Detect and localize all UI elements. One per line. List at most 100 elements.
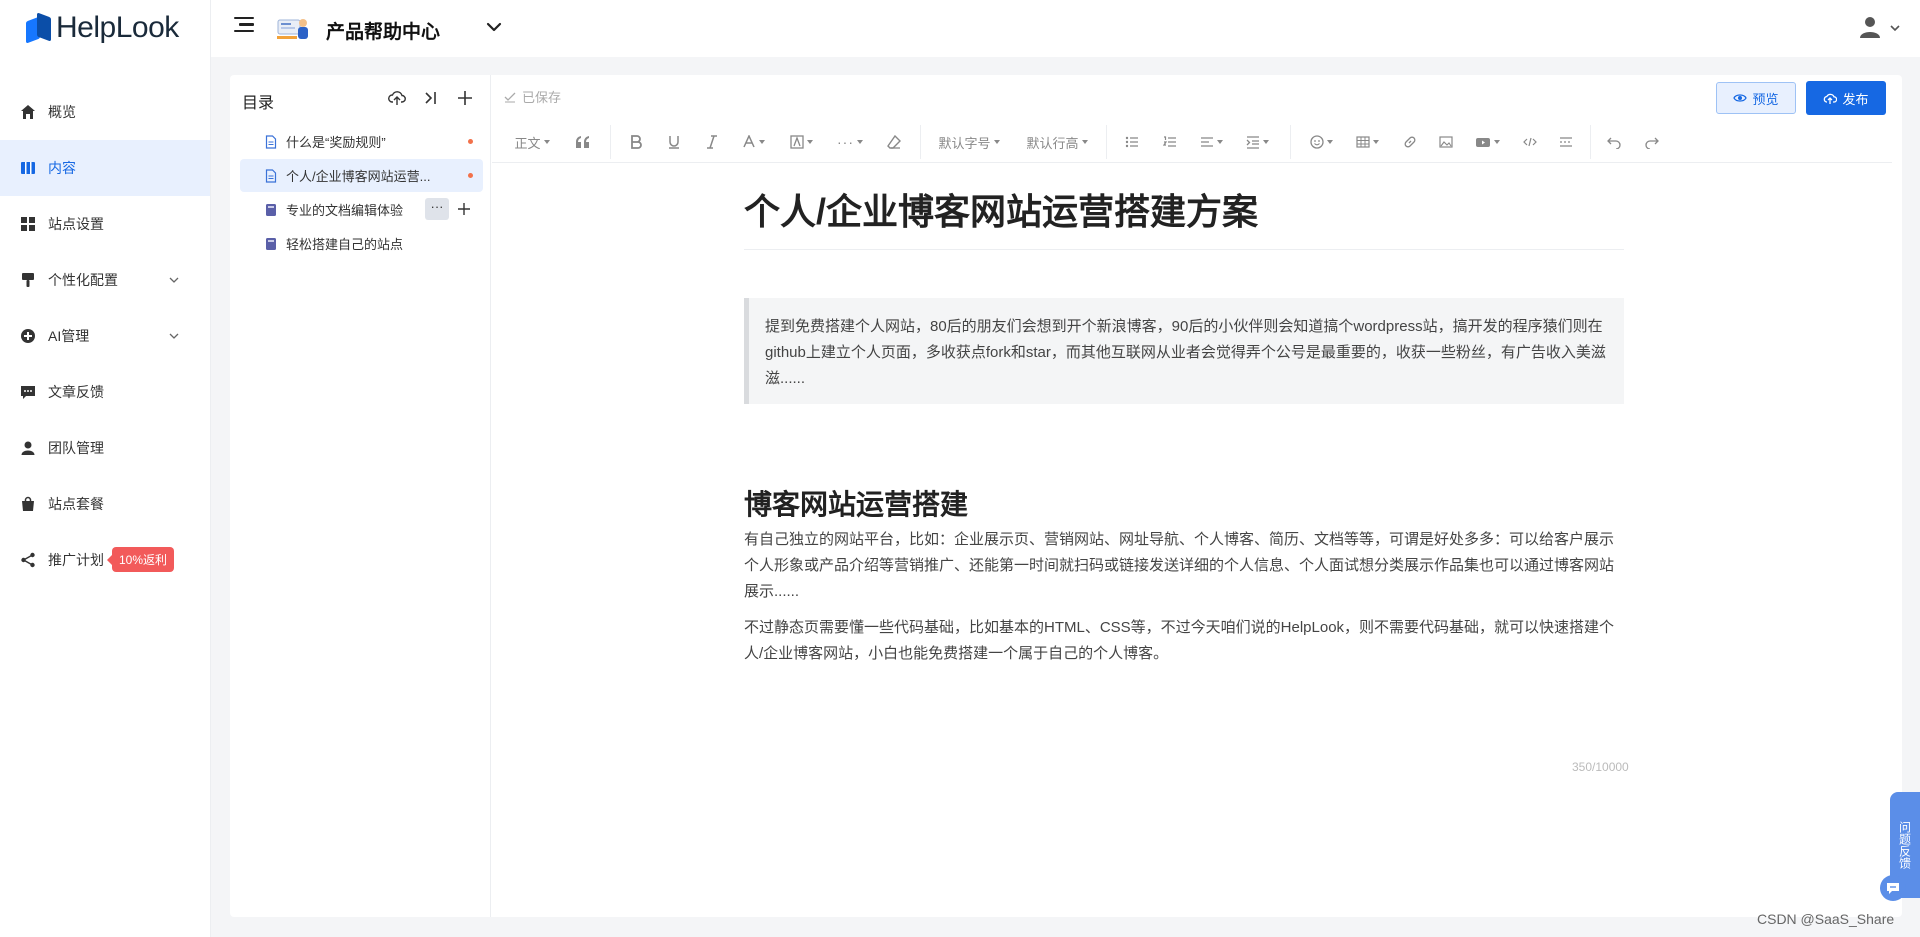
code-icon[interactable] bbox=[1520, 131, 1540, 153]
toc-item[interactable]: 专业的文档编辑体验 ··· bbox=[240, 193, 483, 226]
doc-icon bbox=[265, 134, 277, 149]
helplook-logo[interactable]: HelpLook bbox=[26, 8, 179, 48]
sidebar-divider bbox=[210, 0, 211, 937]
user-icon bbox=[20, 440, 36, 456]
unsaved-indicator bbox=[468, 173, 473, 178]
toc-item[interactable]: 什么是“奖励规则” bbox=[240, 125, 483, 158]
sidebar-item-ai-management[interactable]: AI管理 bbox=[0, 308, 210, 364]
sidebar-item-content[interactable]: 内容 bbox=[0, 140, 210, 196]
word-count: 350/10000 bbox=[1572, 760, 1629, 774]
book-icon bbox=[266, 237, 276, 250]
underline-icon[interactable] bbox=[664, 131, 684, 153]
paragraph-style-select[interactable]: 正文 bbox=[510, 131, 554, 153]
indent-icon[interactable] bbox=[1242, 131, 1272, 153]
toc-item-label: 个人/企业博客网站运营... bbox=[286, 169, 431, 184]
sidebar-item-feedback[interactable]: 文章反馈 bbox=[0, 364, 210, 420]
font-size-select[interactable]: 默认字号 bbox=[936, 131, 1002, 153]
user-avatar-icon[interactable] bbox=[1858, 15, 1882, 39]
toc-title: 目录 bbox=[242, 95, 275, 112]
save-status: 已保存 bbox=[504, 87, 561, 106]
publish-label: 发布 bbox=[1842, 91, 1869, 107]
content-book-icon bbox=[20, 160, 36, 176]
sidebar: 概览 内容 站点设置 个性化配置 AI管理 文章反馈 团队管理 站点套餐 推广计… bbox=[0, 57, 210, 937]
sidebar-item-overview[interactable]: 概览 bbox=[0, 84, 210, 140]
paragraph-style-label: 正文 bbox=[514, 135, 541, 151]
line-height-label: 默认行高 bbox=[1026, 135, 1079, 151]
sidebar-item-plan[interactable]: 站点套餐 bbox=[0, 476, 210, 532]
chat-icon[interactable] bbox=[1880, 875, 1906, 901]
toc-item-label: 轻松搭建自己的站点 bbox=[286, 237, 404, 252]
sidebar-item-team[interactable]: 团队管理 bbox=[0, 420, 210, 476]
save-status-text: 已保存 bbox=[522, 90, 562, 105]
add-page-icon[interactable] bbox=[454, 87, 476, 109]
document-title[interactable]: 个人/企业博客网站运营搭建方案 bbox=[744, 183, 1624, 250]
chevron-down-icon bbox=[169, 333, 179, 339]
ai-plus-icon bbox=[20, 328, 36, 344]
paint-brush-icon bbox=[20, 272, 36, 288]
numbered-list-icon[interactable] bbox=[1160, 131, 1180, 153]
font-color-icon[interactable] bbox=[738, 131, 768, 153]
menu-toggle-icon[interactable] bbox=[234, 17, 254, 39]
unsaved-indicator bbox=[468, 139, 473, 144]
more-options-button[interactable]: ··· bbox=[425, 198, 449, 220]
grid-icon bbox=[20, 216, 36, 232]
promo-badge: 10%返利 bbox=[106, 547, 175, 572]
quote-icon[interactable] bbox=[572, 131, 594, 153]
sidebar-item-site-settings[interactable]: 站点设置 bbox=[0, 196, 210, 252]
site-logo-icon bbox=[277, 19, 308, 39]
sidebar-item-label: 站点套餐 bbox=[48, 496, 104, 512]
toc-item[interactable]: 轻松搭建自己的站点 bbox=[240, 227, 483, 260]
undo-icon[interactable] bbox=[1604, 131, 1624, 153]
collapse-panel-icon[interactable] bbox=[420, 87, 442, 109]
paragraph[interactable]: 有自己独立的网站平台，比如：企业展示页、营销网站、网址导航、个人博客、简历、文档… bbox=[744, 527, 1624, 605]
sidebar-item-label: AI管理 bbox=[48, 328, 90, 344]
section-heading[interactable]: 博客网站运营搭建 bbox=[744, 483, 968, 523]
line-height-select[interactable]: 默认行高 bbox=[1024, 131, 1090, 153]
doc-icon bbox=[265, 168, 277, 183]
sidebar-item-label: 个性化配置 bbox=[48, 272, 118, 288]
add-subpage-icon[interactable] bbox=[453, 198, 475, 220]
bold-icon[interactable] bbox=[626, 131, 646, 153]
saved-check-icon bbox=[504, 92, 516, 102]
italic-icon[interactable] bbox=[702, 131, 722, 153]
sidebar-item-label: 文章反馈 bbox=[48, 384, 104, 400]
user-menu-caret-icon[interactable] bbox=[1889, 22, 1901, 34]
align-icon[interactable] bbox=[1196, 131, 1226, 153]
redo-icon[interactable] bbox=[1642, 131, 1662, 153]
comment-icon bbox=[20, 384, 36, 400]
upload-icon[interactable] bbox=[386, 87, 408, 109]
site-name[interactable]: 产品帮助中心 bbox=[326, 17, 440, 44]
highlight-icon[interactable] bbox=[786, 131, 816, 153]
more-format-icon[interactable]: ··· bbox=[836, 131, 864, 153]
sidebar-item-label: 推广计划 bbox=[48, 552, 104, 568]
sidebar-item-label: 概览 bbox=[48, 104, 76, 120]
publish-button[interactable]: 发布 bbox=[1806, 81, 1886, 115]
eye-icon bbox=[1733, 94, 1748, 102]
watermark: CSDN @SaaS_Share bbox=[1757, 911, 1895, 927]
chevron-down-icon[interactable] bbox=[484, 17, 504, 37]
content-panel: 目录 什么是“奖励规则” 个人/企业博客网站运营... 专业的文档编辑体验 ··… bbox=[230, 75, 1902, 917]
editor-area: 已保存 预览 发布 正文 ··· 默认字号 默认行高 个人/企业博客网站运营搭建… bbox=[492, 75, 1902, 917]
toc-item-label: 专业的文档编辑体验 bbox=[286, 203, 404, 218]
share-icon bbox=[20, 552, 36, 568]
preview-label: 预览 bbox=[1752, 91, 1779, 107]
toc-item-active[interactable]: 个人/企业博客网站运营... bbox=[240, 159, 483, 192]
book-icon bbox=[266, 203, 276, 216]
preview-button[interactable]: 预览 bbox=[1716, 82, 1796, 114]
table-icon[interactable] bbox=[1352, 131, 1382, 153]
sidebar-item-personalization[interactable]: 个性化配置 bbox=[0, 252, 210, 308]
link-icon[interactable] bbox=[1400, 131, 1420, 153]
chevron-down-icon bbox=[169, 277, 179, 283]
paragraph[interactable]: 不过静态页需要懂一些代码基础，比如基本的HTML、CSS等，不过今天咱们说的He… bbox=[744, 615, 1624, 667]
bullet-list-icon[interactable] bbox=[1122, 131, 1142, 153]
blockquote[interactable]: 提到免费搭建个人网站，80后的朋友们会想到开个新浪博客，90后的小伙伴则会知道搞… bbox=[744, 298, 1624, 404]
divider-icon[interactable] bbox=[1556, 131, 1576, 153]
sidebar-item-label: 内容 bbox=[48, 160, 76, 176]
sidebar-item-promotion[interactable]: 推广计划 10%返利 bbox=[0, 532, 210, 588]
emoji-icon[interactable] bbox=[1306, 131, 1336, 153]
cloud-upload-icon bbox=[1824, 93, 1838, 104]
clear-format-icon[interactable] bbox=[884, 131, 904, 153]
font-size-label: 默认字号 bbox=[938, 135, 991, 151]
image-icon[interactable] bbox=[1436, 131, 1456, 153]
video-icon[interactable] bbox=[1472, 131, 1502, 153]
